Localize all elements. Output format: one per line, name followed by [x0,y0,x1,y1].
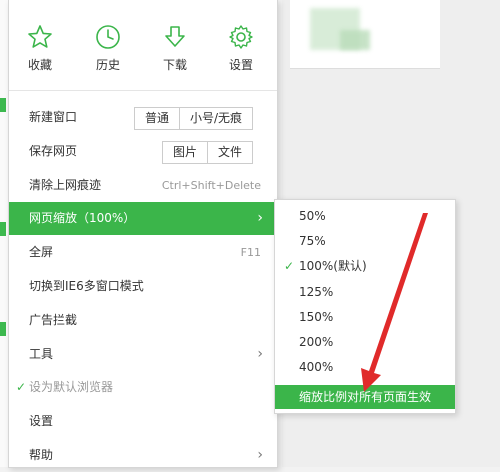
fullscreen-shortcut: F11 [240,246,261,259]
zoom-option-selected[interactable]: ✓ 100%(默认) [275,254,455,279]
settings-label: 设置 [29,414,54,428]
zoom-label: 网页缩放（100%） [29,211,136,225]
menu-item-clear-traces[interactable]: 清除上网痕迹 Ctrl+Shift+Delete [9,169,277,202]
save-as-file-button[interactable]: 文件 [207,142,252,163]
star-icon [28,25,52,48]
zoom-option[interactable]: 125% [275,280,455,305]
clear-traces-label: 清除上网痕迹 [29,178,102,192]
menu-item-adblock[interactable]: 广告拦截 [9,304,277,337]
tools-label: 工具 [29,347,54,361]
menu-item-tools[interactable]: 工具 › [9,338,277,371]
menu-item-settings[interactable]: 设置 [9,405,277,438]
zoom-option-label: 125% [299,285,334,299]
fullscreen-label: 全屏 [29,245,54,259]
zoom-apply-all-label: 缩放比例对所有页面生效 [299,390,432,404]
settings-quick-button[interactable]: 设置 [216,24,266,73]
new-window-options: 普通 小号/无痕 [134,107,254,130]
quick-actions-bar: 收藏 历史 下载 设置 [9,0,277,91]
save-page-options: 图片 文件 [162,141,254,164]
new-window-label: 新建窗口 [29,110,78,124]
adblock-label: 广告拦截 [29,313,78,327]
menu-item-default-browser[interactable]: ✓ 设为默认浏览器 [9,371,277,404]
browser-main-menu: 收藏 历史 下载 设置 新建窗口 普通 小号/无痕 保存网页 图片 文件 清除上… [8,0,278,468]
save-page-label: 保存网页 [29,144,78,158]
zoom-option[interactable]: 75% [275,229,455,254]
history-button[interactable]: 历史 [83,24,133,73]
clock-icon [96,25,120,49]
zoom-option-label: 400% [299,360,334,374]
history-label: 历史 [95,58,120,72]
zoom-option[interactable]: 400% [275,355,455,380]
zoom-option[interactable]: 150% [275,305,455,330]
downloads-label: 下载 [162,58,187,72]
background-marker [0,322,6,336]
menu-item-help[interactable]: 帮助 › [9,439,277,472]
menu-item-new-window: 新建窗口 普通 小号/无痕 [9,101,277,134]
new-window-normal-button[interactable]: 普通 [135,108,179,129]
zoom-option-label: 200% [299,335,334,349]
settings-quick-label: 设置 [228,58,253,72]
help-label: 帮助 [29,448,54,462]
menu-item-zoom[interactable]: 网页缩放（100%） › [9,202,277,235]
checkmark-icon: ✓ [16,380,27,394]
chevron-right-icon: › [257,210,263,226]
download-icon [165,26,185,47]
zoom-option-label: 100%(默认) [299,259,367,273]
checkmark-icon: ✓ [284,259,295,273]
favorites-button[interactable]: 收藏 [15,24,65,73]
zoom-option-label: 50% [299,209,326,223]
zoom-option[interactable]: 200% [275,330,455,355]
new-window-incognito-button[interactable]: 小号/无痕 [179,108,252,129]
zoom-option-label: 75% [299,234,326,248]
save-as-image-button[interactable]: 图片 [163,142,207,163]
zoom-apply-all-pages[interactable]: 缩放比例对所有页面生效 [275,385,455,409]
menu-item-fullscreen[interactable]: 全屏 F11 [9,236,277,269]
ie6-mode-label: 切换到IE6多窗口模式 [29,279,144,293]
zoom-submenu: 50% 75% ✓ 100%(默认) 125% 150% 200% 400% 缩… [274,199,456,414]
menu-item-save-page: 保存网页 图片 文件 [9,135,277,168]
menu-item-ie6-mode[interactable]: 切换到IE6多窗口模式 [9,270,277,303]
chevron-right-icon: › [257,346,263,362]
blurred-thumbnail [340,30,370,50]
chevron-right-icon: › [257,447,263,463]
downloads-button[interactable]: 下载 [150,24,200,73]
favorites-label: 收藏 [27,58,52,72]
default-browser-label: 设为默认浏览器 [29,380,114,394]
zoom-option[interactable]: 50% [275,204,455,229]
background-marker [0,98,6,112]
clear-traces-shortcut: Ctrl+Shift+Delete [161,179,261,192]
background-marker [0,222,6,236]
gear-icon [229,25,253,49]
zoom-option-label: 150% [299,310,334,324]
